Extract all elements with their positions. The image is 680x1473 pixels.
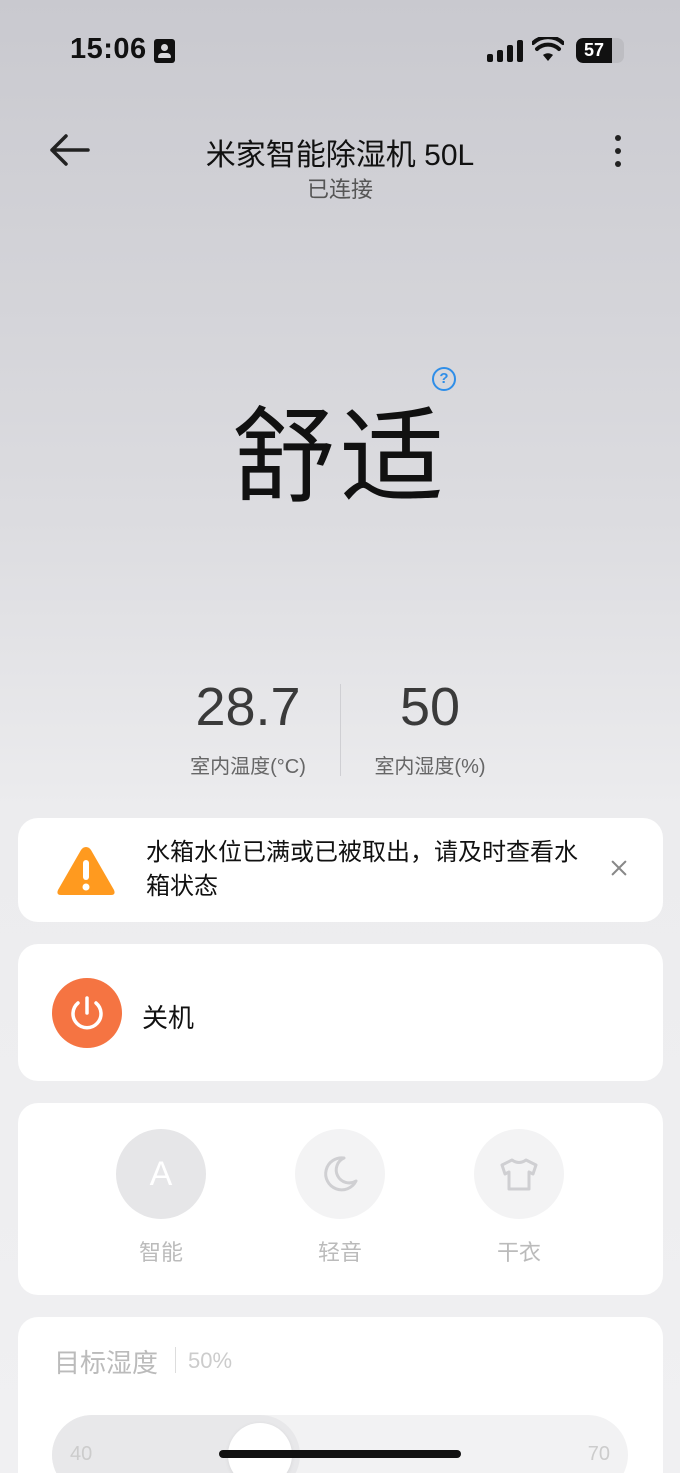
mode-quiet-label: 轻音: [317, 1240, 362, 1265]
status-bar: 15:06 57: [0, 0, 680, 100]
power-card[interactable]: 关机: [18, 944, 663, 1081]
warning-icon: [57, 847, 115, 895]
alert-message: 水箱水位已满或已被取出，请及时查看水箱状态: [146, 839, 578, 900]
target-humidity-value: 50%: [188, 1348, 233, 1373]
mode-quiet[interactable]: 轻音: [285, 1129, 395, 1267]
page-title: 米家智能除湿机 50L: [205, 139, 475, 172]
moon-icon: [324, 1156, 358, 1192]
target-humidity-title: 目标湿度: [54, 1348, 159, 1378]
comfort-status: 舒适: [231, 400, 448, 516]
power-button[interactable]: [52, 978, 122, 1048]
battery-level: 57: [583, 40, 605, 60]
contact-card-icon: [154, 39, 175, 63]
cellular-signal-icon: [487, 40, 523, 62]
mode-smart-label: 智能: [138, 1240, 183, 1265]
connection-status: 已连接: [306, 177, 373, 202]
power-icon: [71, 996, 103, 1030]
mode-smart[interactable]: A 智能: [106, 1129, 216, 1267]
mode-selector: A 智能 轻音 干衣: [18, 1103, 663, 1295]
slider-max-label: 70: [587, 1443, 610, 1465]
shirt-icon: [500, 1158, 538, 1191]
power-label: 关机: [142, 1003, 195, 1033]
indoor-humidity-label: 室内湿度(%): [374, 756, 486, 778]
title-divider: [175, 1347, 176, 1373]
wifi-icon: [532, 37, 564, 61]
battery-icon: 57: [576, 38, 624, 63]
slider-min-label: 40: [70, 1443, 93, 1465]
help-icon[interactable]: ?: [432, 367, 456, 391]
auto-icon: A: [149, 1155, 173, 1193]
mode-dry-clothes[interactable]: 干衣: [464, 1129, 574, 1267]
mode-dry-clothes-label: 干衣: [496, 1240, 541, 1265]
close-icon[interactable]: [608, 858, 630, 880]
humidity-slider[interactable]: 40 70: [52, 1415, 628, 1473]
status-time: 15:06: [70, 33, 147, 65]
indoor-humidity-value: 50: [399, 677, 461, 737]
home-indicator[interactable]: [219, 1450, 461, 1458]
water-tank-alert: 水箱水位已满或已被取出，请及时查看水箱状态: [18, 818, 663, 922]
more-options-button[interactable]: [604, 132, 632, 170]
